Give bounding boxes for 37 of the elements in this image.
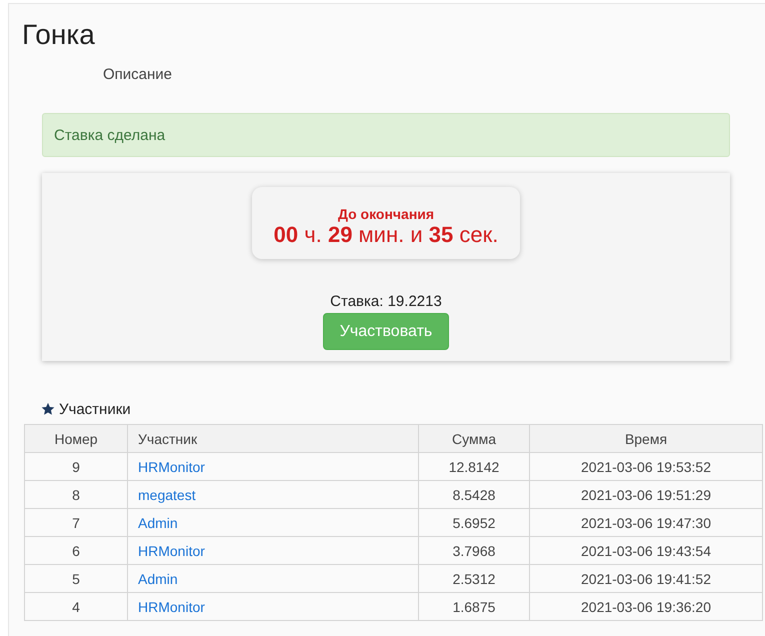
user-link[interactable]: HRMonitor (138, 598, 205, 614)
description-text: Описание (103, 66, 172, 83)
user-link[interactable]: HRMonitor (138, 542, 205, 558)
table-cell: 9 (24, 452, 128, 480)
table-cell: 2021-03-06 19:53:52 (530, 452, 762, 480)
table-cell: 8.5428 (418, 480, 530, 508)
column-header: Сумма (418, 424, 530, 452)
star-icon (41, 402, 55, 416)
stake-text: Ставка: 19.2213 (330, 293, 442, 311)
table-cell: 8 (24, 480, 128, 508)
table-cell: 2021-03-06 19:51:29 (530, 480, 762, 508)
table-cell: 7 (24, 508, 128, 536)
timer-label: До окончания (338, 206, 434, 222)
table-cell: 2021-03-06 19:36:20 (530, 592, 762, 620)
table-cell: 5 (24, 564, 128, 592)
column-header: Время (530, 424, 762, 452)
table-cell: 2021-03-06 19:41:52 (530, 564, 762, 592)
column-header: Номер (24, 424, 128, 452)
table-cell: 12.8142 (418, 452, 530, 480)
column-header: Участник (128, 424, 418, 452)
table-cell: 2021-03-06 19:43:54 (530, 536, 762, 564)
table-cell: 3.7968 (418, 536, 530, 564)
table-cell: 1.6875 (418, 592, 530, 620)
table-cell: 5.6952 (418, 508, 530, 536)
user-link[interactable]: Admin (138, 570, 178, 586)
table-cell: 6 (24, 536, 128, 564)
table-cell: 2.5312 (418, 564, 530, 592)
participate-button[interactable]: Участвовать (323, 313, 449, 350)
user-link[interactable]: Admin (138, 514, 178, 530)
user-link[interactable]: megatest (138, 486, 196, 502)
section-heading: Участники (59, 400, 131, 418)
table-cell: 4 (24, 592, 128, 620)
countdown-text: 00 ч. 29 мин. и 35 сек. (274, 222, 498, 248)
user-link[interactable]: HRMonitor (138, 458, 205, 474)
table-cell: 2021-03-06 19:47:30 (530, 508, 762, 536)
page-title: Гонка (21, 18, 95, 52)
success-alert: Ставка сделана (42, 113, 730, 157)
